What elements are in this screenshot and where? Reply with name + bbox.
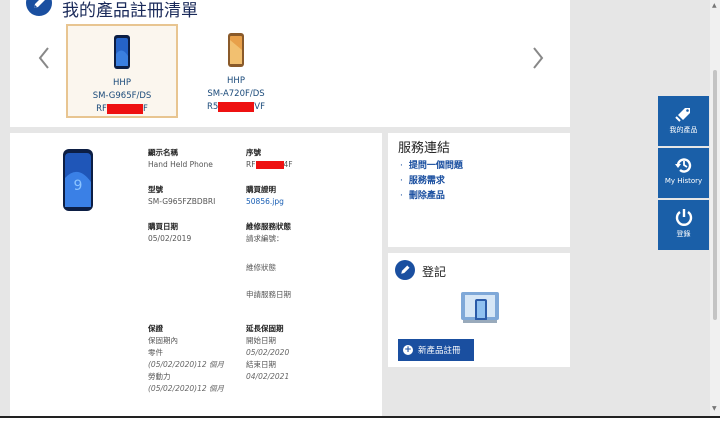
devices-icon [459, 290, 501, 330]
sidebar-my-products-button[interactable]: 我的產品 [658, 96, 709, 146]
plus-icon: + [403, 345, 413, 355]
repair-status-field: 維修服務狀態 請求編號： [246, 222, 291, 243]
phone-icon [227, 32, 245, 72]
service-link-delete-product[interactable]: · 刪除產品 [400, 189, 463, 204]
register-title: 登記 [422, 265, 447, 279]
pencil-icon [26, 0, 52, 16]
product-card-galaxy-s9[interactable]: HHP SM-G965F/DS RF F [66, 24, 178, 118]
redaction-mark [218, 101, 255, 112]
history-icon [674, 158, 691, 173]
product-card-galaxy-a7[interactable]: HHP SM-A720F/DS R5 VF [180, 24, 292, 118]
purchase-date-field: 購買日期 05/02/2019 [148, 222, 192, 243]
service-links-list: · 提問一個問題 · 服務需求 · 刪除產品 [400, 159, 463, 204]
product-detail-panel: 9 顯示名稱 Hand Held Phone 序號 RF 4F 型號 SM-G96… [10, 133, 382, 418]
proof-field: 購買證明 50856.jpg [246, 185, 284, 208]
svg-text:9: 9 [74, 178, 83, 194]
product-card-text: HHP SM-G965F/DS RF F [92, 78, 152, 114]
scroll-down-arrow-icon[interactable]: ▼ [712, 405, 717, 412]
service-link-service-request[interactable]: · 服務需求 [400, 174, 463, 189]
register-panel: 登記 + 新產品註冊 [388, 253, 570, 367]
sidebar-my-history-button[interactable]: My History [658, 148, 709, 198]
product-list-panel: 我的產品註冊清單 HHP SM-G965F/DS RF F HHP SM-A72… [10, 0, 570, 127]
new-product-register-button[interactable]: + 新產品註冊 [398, 339, 474, 361]
redaction-mark [106, 103, 143, 114]
tag-icon [674, 108, 690, 122]
service-links-title: 服務連結 [398, 141, 451, 156]
serial-field: 序號 RF 4F [246, 148, 293, 169]
service-link-ask-question[interactable]: · 提問一個問題 [400, 159, 463, 174]
power-icon [675, 209, 692, 226]
page-title: 我的產品註冊清單 [62, 1, 198, 21]
pencil-icon [395, 260, 415, 280]
repair-state-field: 維修狀態 [246, 263, 276, 272]
service-date-field: 申請服務日期 [246, 290, 291, 299]
redaction-mark [255, 161, 284, 169]
product-card-text: HHP SM-A720F/DS R5 VF [206, 76, 266, 112]
model-field: 型號 SM-G965FZBDBRI [148, 185, 216, 206]
scroll-up-arrow-icon[interactable]: ▲ [712, 2, 717, 9]
chevron-right-icon[interactable] [530, 44, 546, 72]
scrollbar-thumb[interactable] [713, 70, 717, 320]
service-links-panel: 服務連結 · 提問一個問題 · 服務需求 · 刪除產品 [388, 133, 570, 247]
chevron-left-icon[interactable] [36, 44, 52, 72]
proof-link[interactable]: 50856.jpg [246, 196, 284, 208]
sidebar-logout-button[interactable]: 登錄 [658, 200, 709, 250]
phone-icon: 9 [62, 148, 94, 216]
display-name-field: 顯示名稱 Hand Held Phone [148, 148, 213, 169]
phone-icon [113, 34, 131, 74]
bottom-bar [0, 418, 720, 427]
warranty-field: 保證 保固期內 零件 (05/02/2020)12 個月 勞動力 (05/02/… [148, 324, 225, 393]
extended-warranty-field: 延長保固期 開始日期 05/02/2020 結束日期 04/02/2021 [246, 324, 290, 381]
